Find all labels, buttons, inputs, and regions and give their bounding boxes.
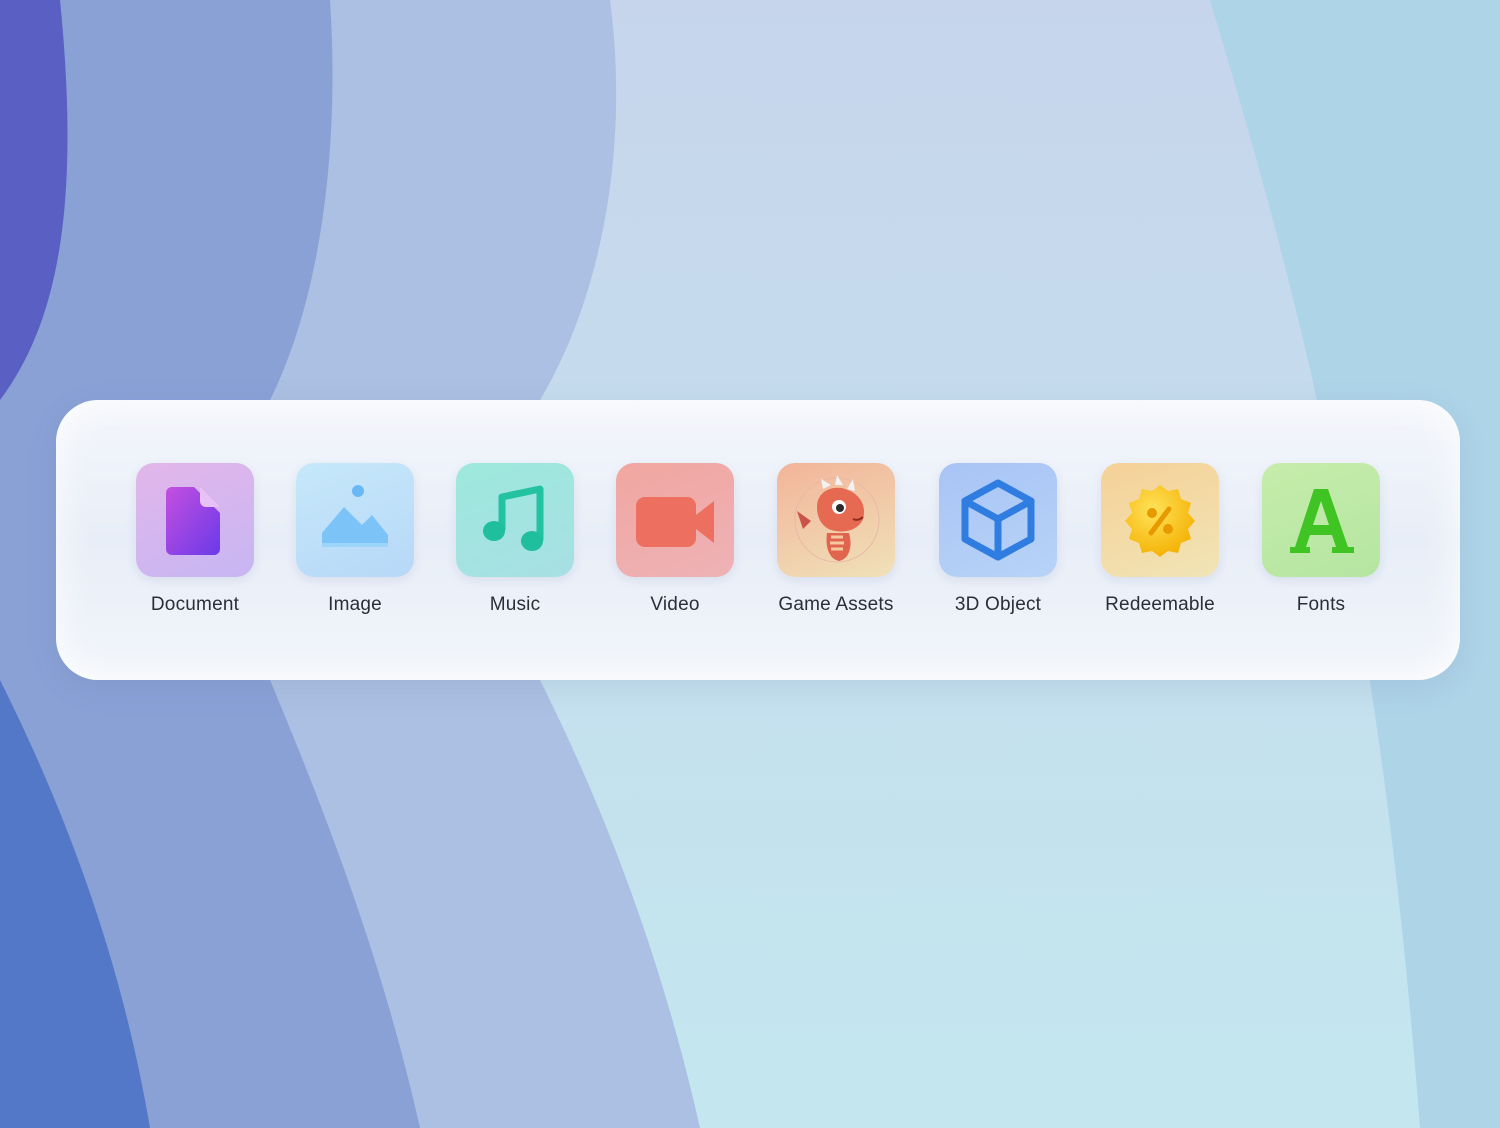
category-video[interactable]: Video bbox=[615, 463, 735, 616]
discount-badge-icon bbox=[1101, 463, 1219, 577]
music-note-icon bbox=[456, 463, 574, 577]
video-camera-icon bbox=[616, 463, 734, 577]
category-label: Document bbox=[150, 594, 240, 615]
category-label: 3D Object bbox=[954, 594, 1042, 615]
category-3d-object[interactable]: 3D Object bbox=[938, 463, 1058, 616]
category-label: Video bbox=[650, 594, 700, 615]
categories-panel: Document Image Music Video Game Assets 3… bbox=[56, 400, 1460, 680]
category-image[interactable]: Image bbox=[295, 463, 415, 616]
category-label: Music bbox=[489, 594, 541, 615]
category-label: Game Assets bbox=[778, 594, 894, 615]
dragon-icon bbox=[777, 463, 895, 577]
image-icon bbox=[296, 463, 414, 577]
letter-a-icon bbox=[1262, 463, 1380, 577]
category-label: Fonts bbox=[1296, 594, 1346, 615]
category-document[interactable]: Document bbox=[135, 463, 255, 616]
category-game-assets[interactable]: Game Assets bbox=[776, 463, 896, 616]
category-label: Redeemable bbox=[1105, 594, 1215, 615]
document-icon bbox=[136, 463, 254, 577]
cube-icon bbox=[939, 463, 1057, 577]
category-music[interactable]: Music bbox=[455, 463, 575, 616]
category-label: Image bbox=[328, 594, 382, 615]
category-fonts[interactable]: Fonts bbox=[1261, 463, 1381, 616]
category-redeemable[interactable]: Redeemable bbox=[1100, 463, 1220, 616]
